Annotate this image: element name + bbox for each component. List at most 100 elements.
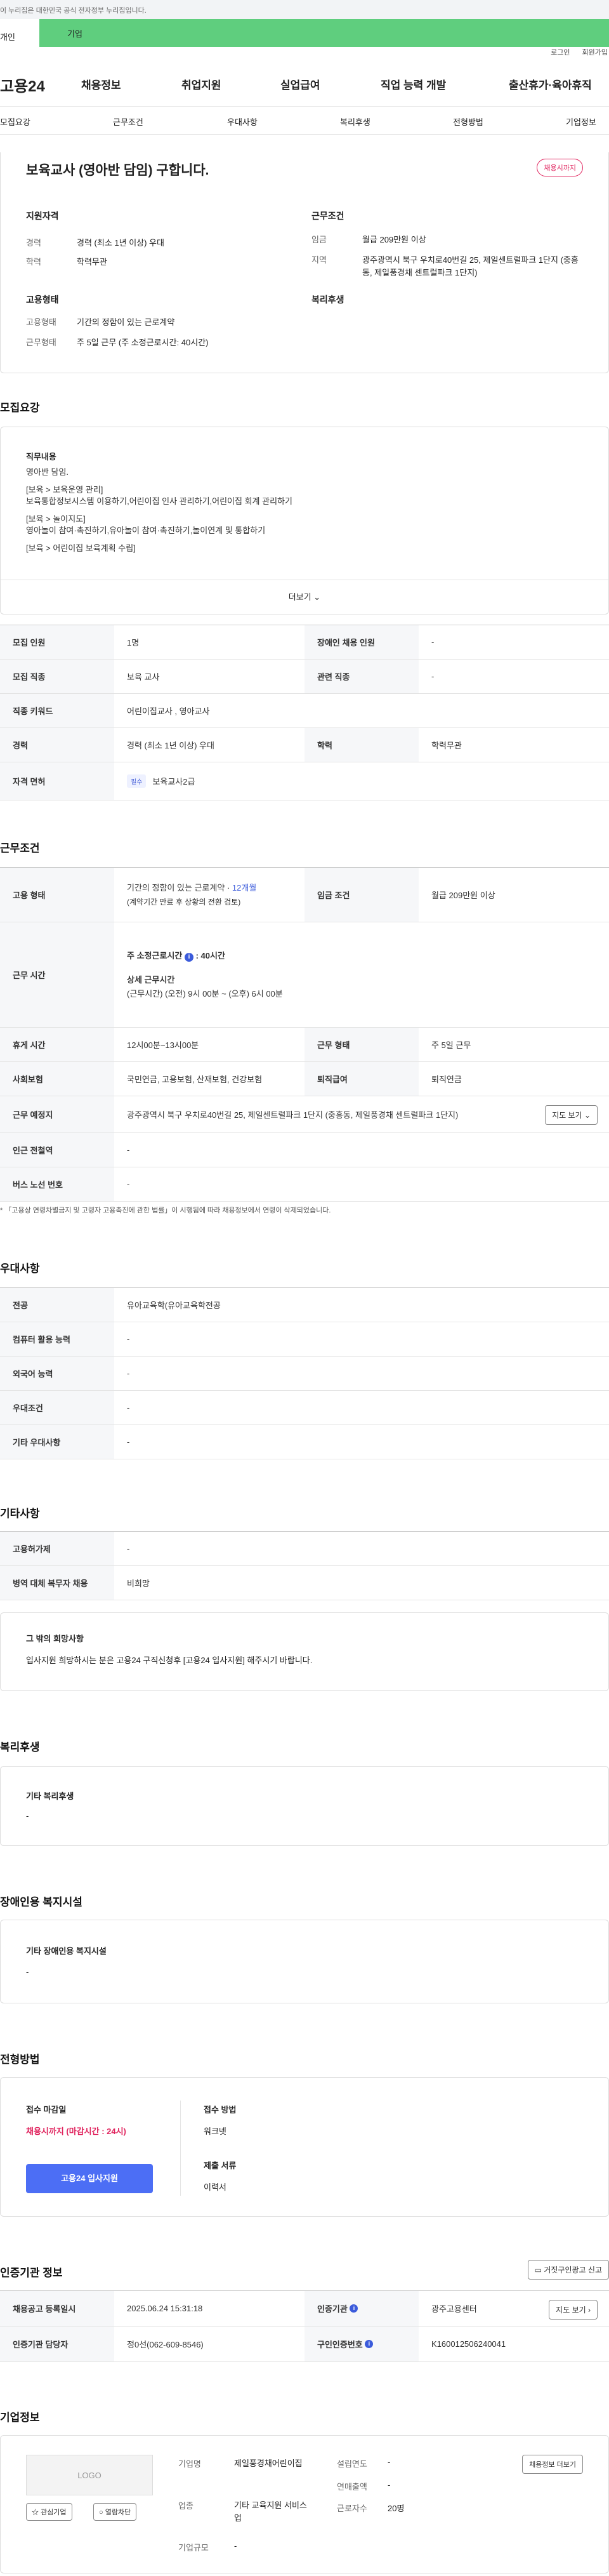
block-view-button[interactable]: ○ 열람차단 bbox=[93, 2503, 137, 2521]
document-icon: ▭ bbox=[534, 2266, 542, 2274]
disabled-card: 기타 장애인용 복지시설 - bbox=[0, 1920, 609, 2003]
gov-notice-text: 이 누리집은 대한민국 공식 전자정부 누리집입니다. bbox=[0, 7, 147, 15]
qual-list: 경력 경력 (최소 1년 이상) 우대 학력 학력무관 bbox=[26, 234, 280, 272]
duty-line bbox=[26, 478, 584, 484]
table-row: 고용허가제 - bbox=[0, 1532, 609, 1566]
favorite-company-button[interactable]: ☆ 관심기업 bbox=[26, 2503, 72, 2521]
gnb-item-leave[interactable]: 출산휴가·육아휴직 bbox=[509, 76, 592, 92]
tab-conditions[interactable]: 근무조건 bbox=[113, 116, 143, 128]
map-button[interactable]: 지도 보기 › bbox=[549, 2300, 598, 2320]
table-row: 직종 키워드 어린이집교사 , 영아교사 bbox=[0, 694, 609, 728]
recruit-table: 모집 인원 1명 장애인 채용 인원 - 모집 직종 보육 교사 관련 직종 -… bbox=[0, 625, 609, 800]
chevron-down-icon: ⌄ bbox=[584, 1111, 591, 1120]
duty-title: 직무내용 bbox=[26, 452, 56, 461]
disabled-heading: 장애인용 복지시설 bbox=[0, 1896, 82, 1908]
chevron-down-icon: ⌄ bbox=[313, 592, 321, 602]
tab-company[interactable]: 기업정보 bbox=[566, 116, 596, 128]
selection-heading: 전형방법 bbox=[0, 2054, 40, 2066]
table-row: 우대조건 - bbox=[0, 1391, 609, 1425]
auth-heading: 인증기관 정보 bbox=[0, 2267, 63, 2279]
info-icon[interactable]: i bbox=[365, 2340, 374, 2348]
join-link[interactable]: 회원가입 bbox=[582, 49, 608, 56]
table-row: 외국어 능력 - bbox=[0, 1357, 609, 1391]
gov-notice-bar: 이 누리집은 대한민국 공식 전자정부 누리집입니다. bbox=[0, 0, 609, 19]
table-row: 근무 시간 주 소정근로시간 i : 40시간 상세 근무시간 (근무시간) (… bbox=[0, 922, 609, 1028]
apply-button[interactable]: 고용24 입사지원 bbox=[26, 2164, 153, 2193]
chevron-right-icon: › bbox=[588, 2306, 591, 2314]
info-icon[interactable]: i bbox=[350, 2304, 358, 2313]
age-law-note: * 「고용상 연령차별금지 및 고령자 고용촉진에 관한 법률」이 시행됨에 따… bbox=[0, 1207, 331, 1214]
table-row: 모집 직종 보육 교사 관련 직종 - bbox=[0, 660, 609, 694]
duty-line: [보육 > 보육운영 관리] bbox=[26, 485, 103, 495]
company-card: LOGO ☆ 관심기업 ○ 열람차단 기업명 제일풍경채어린이집 설립연도 - … bbox=[0, 2435, 609, 2573]
gnb-item-jobs[interactable]: 채용정보 bbox=[81, 76, 121, 92]
company-heading: 기업정보 bbox=[0, 2412, 40, 2424]
welfare-card: 기타 복리후생 - bbox=[0, 1766, 609, 1846]
cond-title: 근무조건 bbox=[311, 211, 344, 221]
company-logo: LOGO bbox=[26, 2455, 153, 2495]
section-tabs: 모집요강 근무조건 우대사항 복리후생 전형방법 기업정보 bbox=[0, 107, 609, 135]
map-button[interactable]: 지도 보기 ⌄ bbox=[545, 1105, 598, 1125]
duty-line: [보육 > 어린이집 보육계획 수립] bbox=[26, 543, 136, 553]
info-icon[interactable]: i bbox=[184, 952, 193, 962]
table-row: 고용 형태 기간의 정함이 있는 근로계약 · 12개월 (계약기간 만료 후 … bbox=[0, 868, 609, 922]
duty-line: [보육 > 놀이지도] bbox=[26, 514, 86, 524]
tab-personal[interactable]: 개인 bbox=[0, 24, 44, 47]
emp-item: 근무형태 주 5일 근무 (주 소정근로시간: 40시간) bbox=[26, 338, 209, 347]
login-link[interactable]: 로그인 bbox=[551, 49, 570, 56]
work-table: 고용 형태 기간의 정함이 있는 근로계약 · 12개월 (계약기간 만료 후 … bbox=[0, 867, 609, 1202]
gnb-item-unemployment[interactable]: 실업급여 bbox=[280, 76, 320, 92]
table-row: 기타 우대사항 - bbox=[0, 1425, 609, 1459]
duty-line bbox=[26, 507, 584, 514]
divider bbox=[180, 2101, 181, 2196]
pref-heading: 우대사항 bbox=[0, 1263, 40, 1275]
table-row: 모집 인원 1명 장애인 채용 인원 - bbox=[0, 625, 609, 660]
required-badge: 필수 bbox=[127, 774, 147, 788]
more-button[interactable]: 더보기 ⌄ bbox=[1, 580, 608, 615]
deadline-badge: 채용시까지 bbox=[537, 159, 583, 176]
duty-line: 영아반 담임. bbox=[26, 467, 69, 477]
summary-card: 보육교사 (영아반 담임) 구합니다. 채용시까지 지원자격 경력 경력 (최소 … bbox=[0, 152, 609, 373]
table-row: 병역 대체 복무자 채용 비희망 bbox=[0, 1566, 609, 1600]
selection-card: 접수 마감일 채용시까지 (마감시간 : 24시) 고용24 입사지원 접수 방… bbox=[0, 2077, 609, 2217]
utility-links: 로그인 회원가입 bbox=[0, 47, 609, 61]
table-row: 근무 예정지 광주광역시 북구 우치로40번길 25, 제일센트럴파크 1단지 … bbox=[0, 1096, 609, 1133]
more-jobs-button[interactable]: 채용정보 더보기 bbox=[522, 2455, 583, 2474]
global-nav: 고용24 채용정보 취업지원 실업급여 직업 능력 개발 출산휴가·육아휴직 bbox=[0, 61, 609, 107]
deadline-value: 채용시까지 (마감시간 : 24시) bbox=[26, 2127, 126, 2136]
star-icon: ☆ bbox=[32, 2509, 39, 2516]
emp-title: 고용형태 bbox=[26, 295, 59, 305]
table-row: 컴퓨터 활용 능력 - bbox=[0, 1322, 609, 1357]
cond-item: 지역 광주광역시 북구 우치로40번길 25, 제일센트럴파크 1단지 (중흥동,… bbox=[311, 255, 579, 277]
welfare-title: 복리후생 bbox=[311, 295, 344, 305]
gnb-item-training[interactable]: 직업 능력 개발 bbox=[381, 76, 446, 92]
gnb-item-employment-support[interactable]: 취업지원 bbox=[181, 76, 221, 92]
job-title: 보육교사 (영아반 담임) 구합니다. bbox=[26, 163, 209, 178]
table-row: 자격 면허 필수 보육교사2급 bbox=[0, 762, 609, 800]
member-tabs: 개인 기업 bbox=[0, 19, 609, 47]
duty-line: 영아놀이 참여·촉진하기,유아놀이 참여·촉진하기,놀이연계 및 통합하기 bbox=[26, 526, 266, 535]
emp-item: 고용형태 기간의 정함이 있는 근로계약 bbox=[26, 317, 175, 327]
table-row: 인증기관 담당자 정0선(062-609-8546) 구인인증번호 i K160… bbox=[0, 2327, 609, 2362]
duty-text: 영아반 담임. [보육 > 보육운영 관리] 보육통합정보시스템 이용하기,어린이집… bbox=[26, 467, 584, 554]
duty-line: 보육통합정보시스템 이용하기,어린이집 인사 관리하기,어린이집 회계 관리하기 bbox=[26, 496, 292, 506]
tab-preference[interactable]: 우대사항 bbox=[227, 116, 258, 128]
cond-item: 임금 월급 209만원 이상 bbox=[311, 235, 426, 244]
other-wish-card: 그 밖의 희망사항 입사지원 희망하시는 분은 고용24 구직신청후 [고용24… bbox=[0, 1612, 609, 1691]
report-button[interactable]: ▭ 거짓구인광고 신고 bbox=[527, 2260, 609, 2280]
tab-selection[interactable]: 전형방법 bbox=[453, 116, 483, 128]
table-row: 전공 유아교육학(유아교육학전공 bbox=[0, 1288, 609, 1322]
tab-welfare[interactable]: 복리후생 bbox=[340, 116, 370, 128]
table-row: 사회보험 국민연금, 고용보험, 산재보험, 건강보험 퇴직급여 퇴직연금 bbox=[0, 1062, 609, 1096]
tab-business[interactable]: 기업 bbox=[39, 19, 609, 47]
duty-line bbox=[26, 536, 584, 543]
tab-recruit[interactable]: 모집요강 bbox=[0, 116, 30, 128]
table-row: 인근 전철역 - bbox=[0, 1133, 609, 1167]
qual-item: 학력 학력무관 bbox=[26, 257, 107, 267]
duty-card: 직무내용 영아반 담임. [보육 > 보육운영 관리] 보육통합정보시스템 이용하기… bbox=[0, 427, 609, 614]
emp-list: 고용형태 기간의 정함이 있는 근로계약 근무형태 주 5일 근무 (주 소정근로시… bbox=[26, 312, 292, 353]
qual-item: 경력 경력 (최소 1년 이상) 우대 bbox=[26, 238, 164, 248]
welfare-heading: 복리후생 bbox=[0, 1741, 40, 1753]
recruit-heading: 모집요강 bbox=[0, 402, 40, 414]
site-logo[interactable]: 고용24 bbox=[0, 74, 45, 96]
